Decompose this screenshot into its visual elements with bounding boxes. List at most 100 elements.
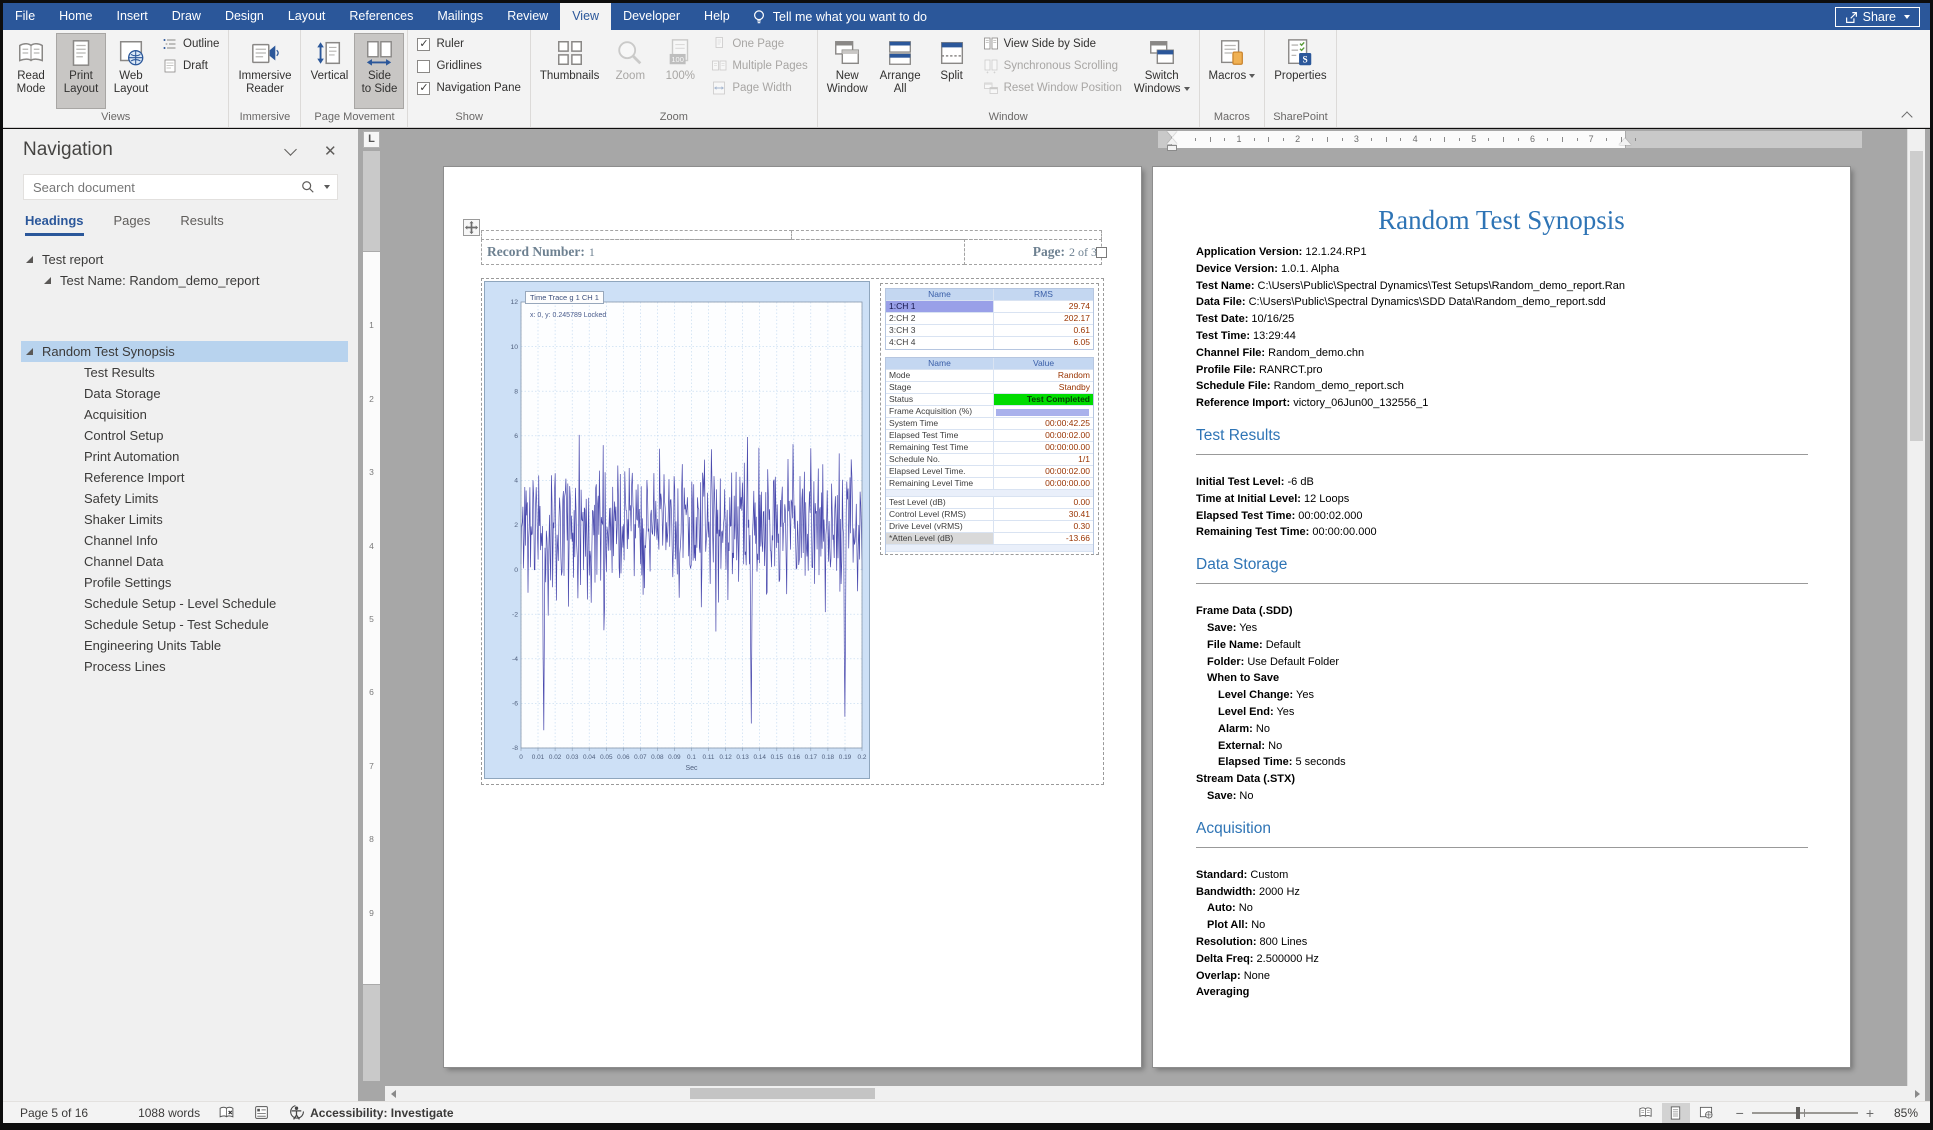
search-icon[interactable]: [301, 180, 315, 194]
ribbon-button-print-layout[interactable]: PrintLayout: [56, 33, 106, 109]
nav-heading-process-lines[interactable]: Process Lines: [21, 656, 348, 677]
word-count[interactable]: 1088 words: [129, 1102, 209, 1123]
search-options-chevron[interactable]: [324, 185, 330, 189]
tab-insert[interactable]: Insert: [105, 3, 160, 30]
macro-recording-button[interactable]: [244, 1102, 279, 1123]
expander-icon[interactable]: [26, 348, 33, 355]
nav-heading-control-setup[interactable]: Control Setup: [21, 425, 348, 446]
tab-view[interactable]: View: [560, 3, 611, 30]
measurement-tables[interactable]: NameRMS1:CH 129.742:CH 2202.173:CH 30.61…: [880, 283, 1099, 555]
ribbon-button-macros[interactable]: Macros: [1203, 33, 1262, 109]
ribbon-button-thumbnails[interactable]: Thumbnails: [534, 33, 605, 109]
hanging-indent-marker[interactable]: [1167, 138, 1177, 144]
ribbon-button-page-width[interactable]: Page Width: [707, 78, 811, 98]
document-page-left[interactable]: Record Number: 1 Page: 2 of 3 -8-6-4-202…: [444, 167, 1141, 1067]
web-layout-view-button[interactable]: [1692, 1103, 1720, 1123]
ribbon-button-outline[interactable]: Outline: [158, 34, 223, 54]
zoom-slider[interactable]: [1752, 1112, 1858, 1114]
checkbox-navigation-pane[interactable]: ✓Navigation Pane: [413, 78, 524, 98]
page-indicator[interactable]: Page 5 of 16: [3, 1102, 97, 1123]
tab-file[interactable]: File: [3, 3, 47, 30]
nav-heading-schedule-setup-level-schedule[interactable]: Schedule Setup - Level Schedule: [21, 593, 348, 614]
record-number-field[interactable]: Record Number: 1: [481, 239, 965, 265]
tab-draw[interactable]: Draw: [160, 3, 213, 30]
ribbon-button-read-mode[interactable]: ReadMode: [6, 33, 56, 109]
read-mode-view-button[interactable]: [1632, 1103, 1660, 1123]
ribbon-button-100[interactable]: 100100%: [655, 33, 705, 109]
time-trace-chart[interactable]: -8-6-4-202468101200.010.020.030.040.050.…: [484, 281, 870, 779]
zoom-in-button[interactable]: +: [1866, 1107, 1874, 1119]
first-line-indent-marker[interactable]: [1167, 131, 1177, 137]
ribbon-button-synchronous-scrolling[interactable]: Synchronous Scrolling: [979, 56, 1126, 76]
search-input[interactable]: [24, 179, 301, 196]
nav-heading-schedule-setup-test-schedule[interactable]: Schedule Setup - Test Schedule: [21, 614, 348, 635]
nav-heading-reference-import[interactable]: Reference Import: [21, 467, 348, 488]
expander-icon[interactable]: [26, 256, 33, 263]
left-indent-marker[interactable]: [1167, 145, 1177, 151]
ribbon-button-new-window[interactable]: NewWindow: [821, 33, 874, 109]
ribbon-button-web-layout[interactable]: WebLayout: [106, 33, 156, 109]
ribbon-button-zoom[interactable]: Zoom: [605, 33, 655, 109]
nav-heading-acquisition[interactable]: Acquisition: [21, 404, 348, 425]
tab-mailings[interactable]: Mailings: [425, 3, 495, 30]
nav-heading-test-results[interactable]: Test Results: [21, 362, 348, 383]
ribbon-button-arrange-all[interactable]: ArrangeAll: [874, 33, 927, 109]
selection-handle[interactable]: [1096, 247, 1107, 258]
scroll-left-button[interactable]: [385, 1086, 401, 1101]
nav-heading-test-report[interactable]: Test report: [21, 249, 348, 270]
vertical-scrollbar-thumb[interactable]: [1910, 151, 1923, 441]
ribbon-button-switch-windows[interactable]: SwitchWindows: [1128, 33, 1196, 109]
ribbon-button-vertical[interactable]: Vertical: [304, 33, 354, 109]
checkbox-ruler[interactable]: ✓Ruler: [413, 34, 524, 54]
zoom-percentage[interactable]: 85%: [1882, 1106, 1918, 1120]
tab-help[interactable]: Help: [692, 3, 742, 30]
accessibility-checker[interactable]: Accessibility: Investigate: [279, 1102, 462, 1123]
nav-heading-channel-info[interactable]: Channel Info: [21, 530, 348, 551]
nav-heading-shaker-limits[interactable]: Shaker Limits: [21, 509, 348, 530]
tab-references[interactable]: References: [337, 3, 425, 30]
checkbox-icon[interactable]: ✓: [417, 38, 430, 51]
horizontal-scrollbar-thumb[interactable]: [690, 1088, 875, 1099]
ribbon-button-one-page[interactable]: One Page: [707, 34, 811, 54]
document-page-right[interactable]: Random Test Synopsis Application Version…: [1153, 167, 1850, 1067]
nav-heading-profile-settings[interactable]: Profile Settings: [21, 572, 348, 593]
vertical-ruler[interactable]: 123456789: [363, 151, 380, 1081]
nav-heading-engineering-units-table[interactable]: Engineering Units Table: [21, 635, 348, 656]
tab-design[interactable]: Design: [213, 3, 276, 30]
expander-icon[interactable]: [44, 277, 51, 284]
nav-heading-safety-limits[interactable]: Safety Limits: [21, 488, 348, 509]
nav-tab-headings[interactable]: Headings: [25, 213, 84, 236]
page-number-field[interactable]: Page: 2 of 3: [964, 239, 1102, 265]
nav-heading-random-test-synopsis[interactable]: Random Test Synopsis: [21, 341, 348, 362]
tell-me-box[interactable]: Tell me what you want to do: [752, 3, 927, 30]
zoom-slider-thumb[interactable]: [1796, 1107, 1800, 1119]
ribbon-button-side-to-side[interactable]: Sideto Side: [354, 33, 404, 109]
ribbon-button-multiple-pages[interactable]: Multiple Pages: [707, 56, 811, 76]
move-handle-icon[interactable]: [463, 219, 480, 236]
ribbon-button-properties[interactable]: SProperties: [1268, 33, 1332, 109]
ribbon-button-draft[interactable]: Draft: [158, 56, 223, 76]
nav-tab-pages[interactable]: Pages: [114, 213, 151, 236]
checkbox-icon[interactable]: ✓: [417, 82, 430, 95]
zoom-out-button[interactable]: −: [1736, 1107, 1744, 1119]
nav-heading-print-automation[interactable]: Print Automation: [21, 446, 348, 467]
print-layout-view-button[interactable]: [1662, 1103, 1690, 1123]
tab-home[interactable]: Home: [47, 3, 104, 30]
tab-review[interactable]: Review: [495, 3, 560, 30]
scroll-right-button[interactable]: [1909, 1086, 1925, 1101]
proofing-status-button[interactable]: [209, 1102, 244, 1123]
tab-stop-selector[interactable]: L: [363, 131, 380, 148]
ribbon-button-immersive-reader[interactable]: ImmersiveReader: [232, 33, 297, 109]
share-button[interactable]: Share: [1835, 7, 1920, 27]
ribbon-button-view-side-by-side[interactable]: View Side by Side: [979, 34, 1126, 54]
horizontal-ruler[interactable]: 1234567: [1158, 131, 1862, 148]
tab-layout[interactable]: Layout: [276, 3, 338, 30]
nav-heading-test-name-random-demo-report[interactable]: Test Name: Random_demo_report: [21, 270, 348, 291]
vertical-scrollbar[interactable]: [1907, 129, 1925, 1086]
collapse-ribbon-button[interactable]: [1900, 111, 1914, 121]
tab-developer[interactable]: Developer: [611, 3, 692, 30]
report-graphic-block[interactable]: -8-6-4-202468101200.010.020.030.040.050.…: [481, 278, 1104, 785]
horizontal-scrollbar[interactable]: [385, 1086, 1925, 1101]
ribbon-button-split[interactable]: Split: [927, 33, 977, 109]
navigation-close-button[interactable]: ✕: [324, 145, 338, 159]
